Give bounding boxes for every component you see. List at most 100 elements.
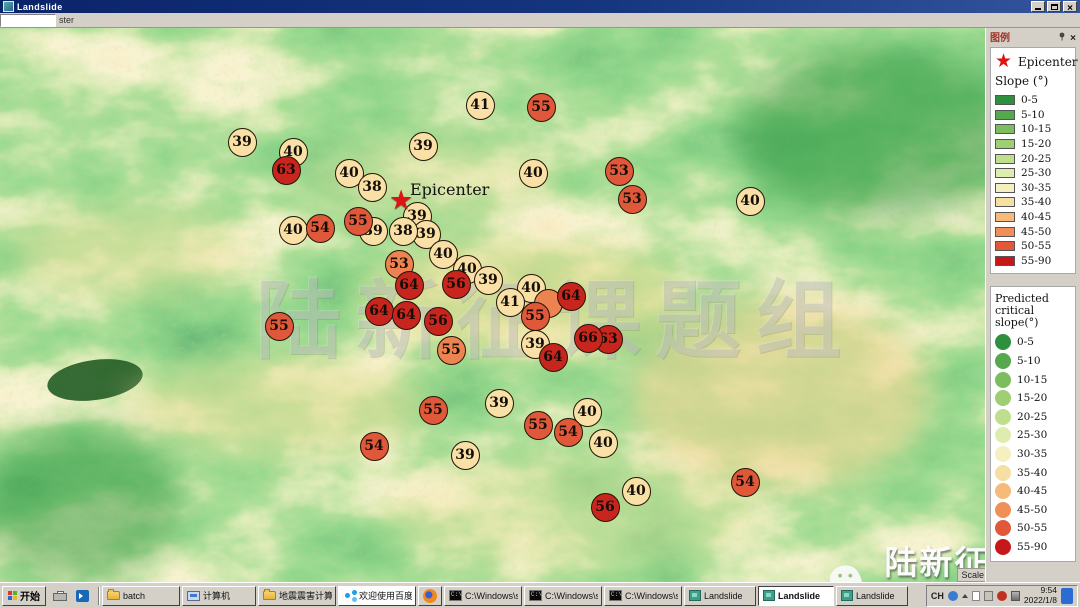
taskbar-button-c-windows-sy-[interactable]: C:\Windows\sy... <box>444 586 522 606</box>
slope-marker[interactable]: 64 <box>392 301 421 330</box>
slope-marker[interactable]: 40 <box>279 216 308 245</box>
language-indicator[interactable]: CH <box>931 591 944 601</box>
clock[interactable]: 9:54 2022/1/8 <box>1024 586 1057 605</box>
slope-marker[interactable]: 56 <box>442 270 471 299</box>
slope-marker[interactable]: 54 <box>554 418 583 447</box>
computer-icon <box>187 591 200 601</box>
close-button[interactable] <box>1063 1 1077 12</box>
legend-square-swatch <box>995 154 1015 164</box>
toolbar: ster <box>0 13 1080 28</box>
taskbar-button-地震震害计算-[interactable]: 地震震害计算... <box>258 586 336 606</box>
legend-class-label: 55-90 <box>1021 255 1051 267</box>
legend-class-label: 25-30 <box>1021 167 1051 179</box>
slope-marker[interactable]: 55 <box>521 302 550 331</box>
taskbar-buttons: batch 计算机 地震震害计算...欢迎使用百度网盘 C:\Windows\sy..… <box>102 586 908 606</box>
system-tray: CH 9:54 2022/1/8 <box>926 585 1078 607</box>
taskbar-button-c-windows-s-[interactable]: C:\Windows\s... <box>524 586 602 606</box>
alert-tray-icon[interactable] <box>997 591 1007 601</box>
slope-marker[interactable]: 39 <box>474 266 503 295</box>
legend-square-swatch <box>995 197 1015 207</box>
slope-marker[interactable]: 56 <box>591 493 620 522</box>
slope-marker[interactable]: 64 <box>365 297 394 326</box>
slope-marker[interactable]: 41 <box>466 91 495 120</box>
taskbar-button-label: 计算机 <box>203 589 230 602</box>
slope-marker[interactable]: 39 <box>409 132 438 161</box>
taskbar-button-label: C:\Windows\s... <box>545 591 598 601</box>
slope-marker[interactable]: 53 <box>605 157 634 186</box>
legend-square-swatch <box>995 212 1015 222</box>
powershell-icon[interactable] <box>76 590 89 602</box>
slope-marker[interactable]: 54 <box>306 214 335 243</box>
network-tray-icon[interactable] <box>1011 591 1020 601</box>
caret-tray-icon[interactable] <box>962 591 968 598</box>
legend-class-label: 50-55 <box>1017 522 1047 534</box>
slope-marker[interactable]: 64 <box>395 271 424 300</box>
taskbar-button-c-windows-sy-[interactable]: C:\Windows\sy... <box>604 586 682 606</box>
show-desktop-icon[interactable] <box>1061 588 1073 604</box>
slope-marker[interactable]: 55 <box>524 411 553 440</box>
legend-square-swatch <box>995 95 1015 105</box>
slope-marker[interactable]: 56 <box>424 307 453 336</box>
legend-circle-swatch <box>995 483 1011 499</box>
map-canvas[interactable]: 陆新征课题组 415539406339403840535340394054395… <box>0 28 1080 582</box>
clock-date: 2022/1/8 <box>1024 595 1057 605</box>
taskbar-button-landslide[interactable]: Landslide <box>684 586 756 606</box>
slope-marker[interactable]: 64 <box>557 282 586 311</box>
slope-marker[interactable]: 55 <box>265 312 294 341</box>
firefox-icon <box>423 589 437 603</box>
slope-marker[interactable]: 39 <box>228 128 257 157</box>
slope-marker[interactable]: 40 <box>519 159 548 188</box>
legend-circle-swatch <box>995 427 1011 443</box>
taskbar-button-计算机[interactable]: 计算机 <box>182 586 256 606</box>
slope-marker[interactable]: 66 <box>574 324 603 353</box>
slope-marker[interactable]: 64 <box>539 343 568 372</box>
toolbar-input[interactable] <box>0 14 56 27</box>
taskbar-button-firefox[interactable] <box>418 586 442 606</box>
slope-marker[interactable]: 55 <box>437 336 466 365</box>
slope-marker[interactable]: 55 <box>344 207 373 236</box>
window-titlebar: Landslide <box>0 0 1080 13</box>
legend-class-row: 45-50 <box>995 224 1071 239</box>
slope-marker[interactable]: 38 <box>389 217 418 246</box>
minimize-icon <box>1035 8 1041 10</box>
slope-legend-rows: 0-55-1010-1515-2020-2525-3030-3535-4040-… <box>995 93 1071 268</box>
slope-marker[interactable]: 41 <box>496 288 525 317</box>
slope-marker[interactable]: 39 <box>485 389 514 418</box>
slope-marker[interactable]: 39 <box>451 441 480 470</box>
legend-circle-swatch <box>995 520 1011 536</box>
cmd-icon <box>449 590 462 601</box>
flag-tray-icon[interactable] <box>984 591 993 601</box>
taskbar-button-landslide[interactable]: Landslide <box>836 586 908 606</box>
slope-marker[interactable]: 38 <box>358 173 387 202</box>
slope-marker[interactable]: 40 <box>622 477 651 506</box>
document-tray-icon[interactable] <box>972 591 980 601</box>
maximize-button[interactable] <box>1047 1 1061 12</box>
slope-marker[interactable]: 55 <box>527 93 556 122</box>
legend-class-row: 50-55 <box>995 519 1071 538</box>
slope-marker[interactable]: 40 <box>736 187 765 216</box>
taskbar-button-batch[interactable]: batch <box>102 586 180 606</box>
legend-close-icon[interactable] <box>1070 28 1076 46</box>
printer-icon[interactable] <box>53 593 67 601</box>
pin-icon[interactable] <box>1058 32 1066 41</box>
legend-panel: 图例 Epicenter Slope (°) 0-55-1010-1515-20… <box>985 28 1080 582</box>
taskbar-button-欢迎使用百度网盘[interactable]: 欢迎使用百度网盘 <box>338 586 416 606</box>
legend-class-label: 15-20 <box>1017 392 1047 404</box>
app-icon <box>689 590 701 601</box>
slope-marker[interactable]: 40 <box>589 429 618 458</box>
slope-marker[interactable]: 54 <box>731 468 760 497</box>
legend-square-swatch <box>995 227 1015 237</box>
taskbar: 开始 batch 计算机 地震震害计算...欢迎使用百度网盘 C:\Windows\s… <box>0 582 1080 608</box>
legend-circle-swatch <box>995 372 1011 388</box>
minimize-button[interactable] <box>1031 1 1045 12</box>
legend-class-label: 10-15 <box>1021 123 1051 135</box>
slope-marker[interactable]: 55 <box>419 396 448 425</box>
slope-marker[interactable]: 54 <box>360 432 389 461</box>
legend-circle-swatch <box>995 446 1011 462</box>
app-tray-icon[interactable] <box>948 591 958 601</box>
start-button[interactable]: 开始 <box>2 586 46 606</box>
taskbar-button-landslide[interactable]: Landslide <box>758 586 834 606</box>
legend-class-row: 30-35 <box>995 181 1071 196</box>
slope-marker[interactable]: 53 <box>618 185 647 214</box>
slope-marker[interactable]: 63 <box>272 156 301 185</box>
